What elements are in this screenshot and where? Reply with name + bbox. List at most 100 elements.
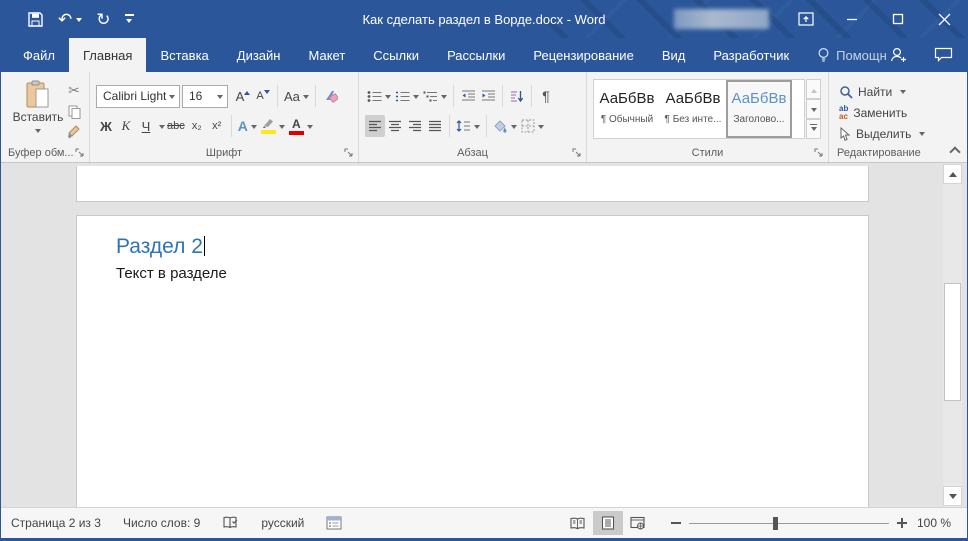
divider: [531, 85, 532, 107]
bullets-button[interactable]: [365, 85, 393, 107]
styles-dialog-launcher[interactable]: [814, 148, 824, 158]
sort-button[interactable]: [507, 85, 527, 107]
increase-indent-button[interactable]: [478, 85, 498, 107]
paste-label: Вставить: [13, 110, 64, 124]
font-color-button[interactable]: А: [287, 115, 315, 137]
copy-button[interactable]: [68, 105, 81, 119]
grow-font-button[interactable]: A: [233, 85, 253, 107]
styles-scroll-up-button[interactable]: [806, 79, 821, 99]
tab-references[interactable]: Ссылки: [359, 38, 433, 72]
shrink-font-button[interactable]: A: [253, 85, 273, 107]
minimize-button[interactable]: [829, 0, 875, 38]
clear-formatting-button[interactable]: [320, 85, 340, 107]
redo-button[interactable]: ↻: [96, 11, 110, 28]
tab-layout[interactable]: Макет: [294, 38, 359, 72]
tab-mailings[interactable]: Рассылки: [433, 38, 519, 72]
underline-button[interactable]: Ч: [136, 115, 156, 137]
subscript-button[interactable]: x₂: [187, 115, 207, 137]
paragraph-dialog-launcher[interactable]: [572, 148, 582, 158]
tab-home[interactable]: Главная: [69, 38, 146, 72]
font-dialog-launcher[interactable]: [344, 148, 354, 158]
more-caret-icon: [811, 127, 817, 134]
shrink-arrow-icon: [264, 90, 270, 97]
font-name-combobox[interactable]: Calibri Light: [96, 85, 180, 108]
scroll-up-button[interactable]: [943, 164, 962, 184]
word-count[interactable]: Число слов: 9: [123, 516, 200, 530]
tab-tell-me[interactable]: Помощн: [803, 38, 901, 72]
format-painter-button[interactable]: [67, 125, 81, 139]
zoom-slider-thumb[interactable]: [773, 517, 778, 530]
paste-button[interactable]: Вставить: [9, 80, 67, 154]
tab-review[interactable]: Рецензирование: [519, 38, 647, 72]
ribbon-display-options-button[interactable]: [783, 0, 829, 38]
text-effects-button[interactable]: А: [236, 115, 259, 137]
align-center-button[interactable]: [385, 115, 405, 137]
divider: [502, 85, 503, 107]
scroll-down-button[interactable]: [943, 486, 962, 506]
italic-button[interactable]: К: [116, 115, 136, 137]
superscript-button[interactable]: x²: [207, 115, 227, 137]
zoom-level[interactable]: 100 %: [917, 516, 951, 530]
replace-button[interactable]: ab ac Заменить: [829, 102, 967, 123]
comments-button[interactable]: [934, 47, 953, 63]
customize-qat-button[interactable]: [125, 14, 134, 24]
change-case-button[interactable]: Aa: [282, 85, 311, 107]
highlight-color-button[interactable]: [259, 115, 287, 137]
undo-button[interactable]: ↶: [58, 11, 82, 28]
scrollbar-thumb[interactable]: [944, 283, 961, 401]
cut-button[interactable]: ✂: [68, 82, 80, 99]
style-card-no-spacing[interactable]: АаБбВв ¶ Без инте...: [660, 80, 726, 138]
styles-scroll-down-button[interactable]: [806, 99, 821, 119]
redo-icon: ↻: [96, 11, 110, 28]
page-1-bottom[interactable]: [76, 166, 869, 202]
close-button[interactable]: [921, 0, 967, 38]
styles-scroll-column: [806, 79, 821, 139]
tab-file[interactable]: Файл: [9, 38, 69, 72]
strikethrough-button[interactable]: abc: [165, 115, 187, 137]
save-icon[interactable]: [27, 11, 44, 28]
shading-button[interactable]: [491, 115, 519, 137]
divider: [231, 115, 232, 137]
maximize-button[interactable]: [875, 0, 921, 38]
clipboard-dialog-launcher[interactable]: [75, 148, 85, 158]
tab-view[interactable]: Вид: [648, 38, 700, 72]
proofing-status-icon[interactable]: [222, 516, 239, 530]
line-spacing-button[interactable]: [454, 115, 482, 137]
tab-design[interactable]: Дизайн: [223, 38, 295, 72]
find-caret-icon: [900, 90, 906, 97]
language-indicator[interactable]: русский: [261, 516, 304, 530]
zoom-slider[interactable]: [689, 523, 889, 524]
align-left-button[interactable]: [365, 115, 385, 137]
decrease-indent-button[interactable]: [458, 85, 478, 107]
show-marks-button[interactable]: ¶: [536, 85, 556, 107]
print-layout-button[interactable]: [593, 511, 623, 535]
align-right-button[interactable]: [405, 115, 425, 137]
page-indicator[interactable]: Страница 2 из 3: [11, 516, 101, 530]
styles-more-button[interactable]: [806, 119, 821, 139]
tab-insert[interactable]: Вставка: [146, 38, 222, 72]
zoom-out-button[interactable]: [671, 522, 681, 524]
numbering-button[interactable]: [393, 85, 421, 107]
customize-caret-icon: [126, 19, 132, 26]
more-bar-icon: [810, 124, 817, 125]
document-heading[interactable]: Раздел 2: [116, 235, 205, 259]
find-button[interactable]: Найти: [829, 81, 967, 102]
macro-panel-icon[interactable]: [326, 516, 342, 530]
zoom-in-button[interactable]: [897, 518, 907, 528]
borders-button[interactable]: [519, 115, 546, 137]
multilevel-list-button[interactable]: [421, 85, 449, 107]
share-button[interactable]: [889, 46, 908, 64]
style-card-heading[interactable]: АаБбВв Заголово...: [726, 80, 792, 138]
divider: [453, 85, 454, 107]
read-mode-button[interactable]: [563, 511, 593, 535]
vertical-scrollbar[interactable]: [943, 163, 962, 507]
style-card-normal[interactable]: АаБбВв ¶ Обычный: [594, 80, 660, 138]
bold-button[interactable]: Ж: [96, 115, 116, 137]
font-size-combobox[interactable]: 16: [182, 85, 228, 108]
multilevel-icon: [423, 90, 438, 103]
justify-button[interactable]: [425, 115, 445, 137]
select-button[interactable]: Выделить: [829, 123, 967, 144]
document-body-text[interactable]: Текст в разделе: [116, 265, 227, 282]
tab-developer[interactable]: Разработчик: [699, 38, 803, 72]
web-layout-button[interactable]: [623, 511, 653, 535]
